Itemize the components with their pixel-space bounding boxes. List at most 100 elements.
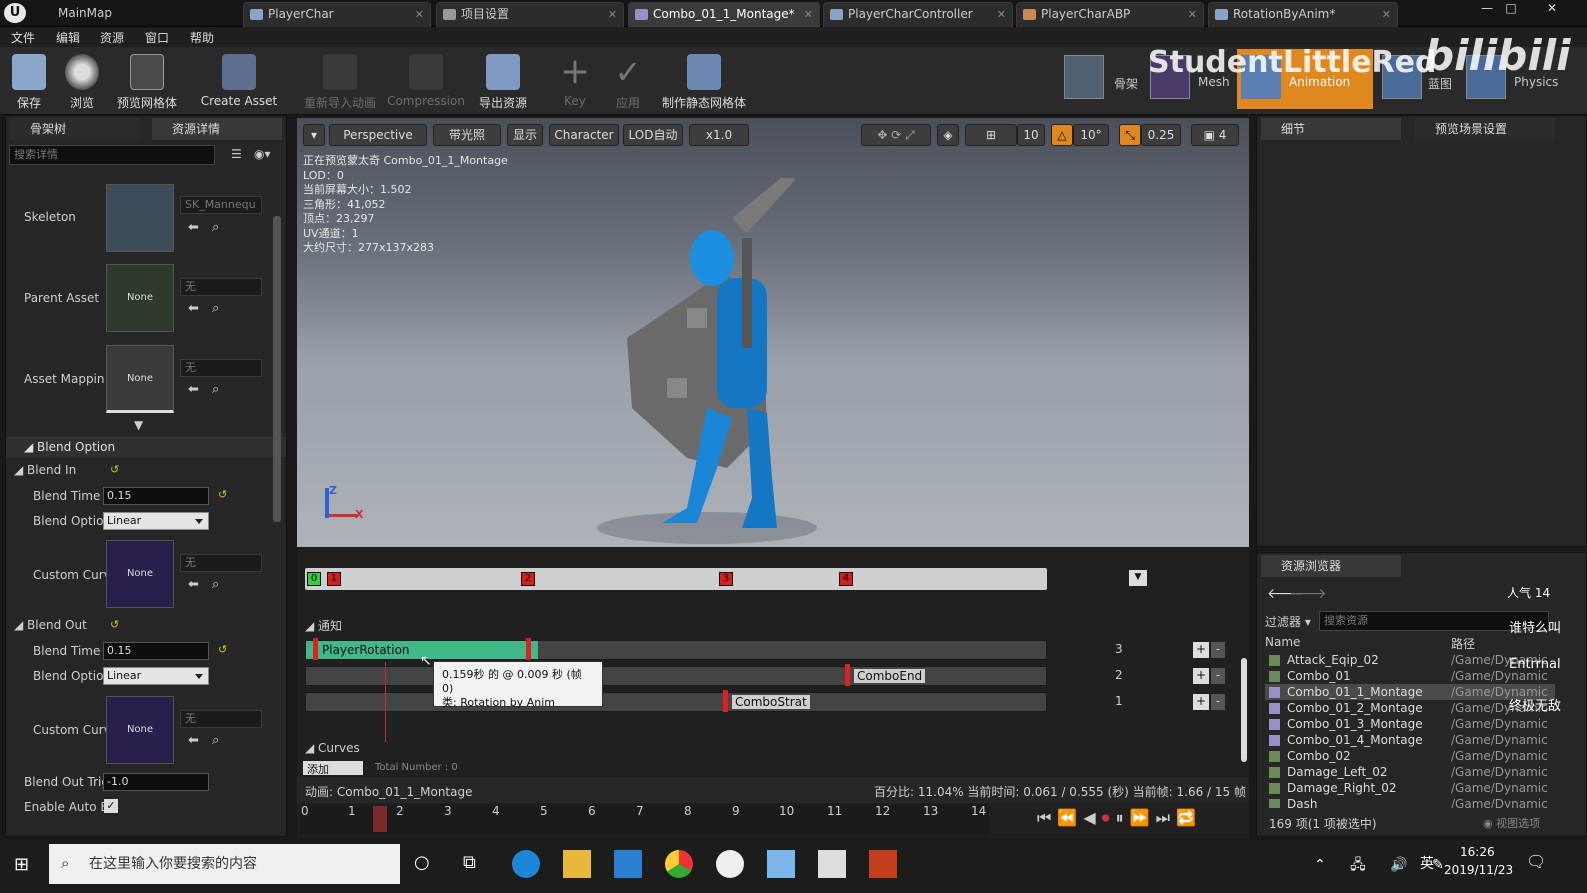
tab-rotationbyanim[interactable]: RotationByAnim* ✕ — [1208, 2, 1398, 27]
search-icon[interactable]: ⌕ — [212, 382, 219, 397]
chrome-icon[interactable] — [665, 850, 693, 878]
minimize-button[interactable]: — — [1476, 1, 1498, 17]
blend-out-curve-thumbnail[interactable]: None — [106, 696, 174, 764]
tab-combo-montage[interactable]: Combo_01_1_Montage* ✕ — [628, 2, 820, 27]
close-window-button[interactable]: ✕ — [1532, 1, 1572, 17]
list-item[interactable]: Damage_Right_02/Game/Dynamic — [1265, 780, 1555, 796]
blend-option-section[interactable]: ◢ Blend Option — [6, 437, 286, 457]
notify-track[interactable]: PlayerRotation — [305, 640, 1047, 660]
menu-window[interactable]: 窗口 — [145, 29, 169, 46]
remove-track-button[interactable]: - — [1211, 642, 1225, 658]
add-track-button[interactable]: + — [1193, 694, 1209, 710]
tab-preview-scene-settings[interactable]: 预览场景设置 — [1415, 118, 1555, 140]
asset-mapping-picker[interactable]: 无 — [180, 359, 262, 377]
arrow-left-icon[interactable]: ⬅ — [188, 733, 199, 748]
blend-in-header[interactable]: ◢ Blend In — [14, 463, 76, 477]
tab-playerchar[interactable]: PlayerChar ✕ — [243, 2, 431, 27]
ruler-playhead[interactable] — [373, 806, 387, 832]
remove-track-button[interactable]: - — [1211, 694, 1225, 710]
preview-viewport[interactable]: ▾ Perspective 带光照 显示 Character LOD自动 x1.… — [297, 118, 1249, 547]
store-icon[interactable] — [614, 850, 642, 878]
section-marker[interactable]: 1 — [327, 572, 341, 586]
reset-arrow-icon[interactable]: ↺ — [218, 488, 227, 501]
section-marker[interactable]: 4 — [839, 572, 853, 586]
rotation-snap-value[interactable]: 10° — [1073, 124, 1109, 146]
blend-out-time-input[interactable]: 0.15 — [103, 642, 209, 660]
browse-button[interactable]: 浏览 — [58, 50, 106, 112]
notify-track[interactable]: ComboStrat — [305, 692, 1047, 712]
create-asset-button[interactable]: Create Asset — [198, 50, 280, 112]
windows-start-icon[interactable]: ⊞ — [14, 854, 29, 875]
step-forward-icon[interactable]: ⏩ — [1130, 808, 1156, 827]
play-reverse-icon[interactable]: ◀ — [1083, 808, 1101, 827]
make-static-mesh-button[interactable]: 制作静态网格体 — [658, 50, 750, 112]
column-name-header[interactable]: Name — [1265, 635, 1300, 649]
clock-time[interactable]: 16:26 — [1460, 845, 1495, 859]
list-item[interactable]: Dash/Game/Dynamic — [1265, 796, 1555, 808]
view-options-button[interactable]: ◉ 视图选项 — [1483, 815, 1540, 831]
tab-playercharabp[interactable]: PlayerCharABP ✕ — [1016, 2, 1204, 27]
menu-edit[interactable]: 编辑 — [56, 29, 80, 46]
tab-project-settings[interactable]: 项目设置 ✕ — [436, 2, 624, 27]
blend-out-header[interactable]: ◢ Blend Out — [14, 618, 87, 632]
rotation-snap-icon[interactable]: △ — [1051, 124, 1073, 146]
lit-button[interactable]: 带光照 — [433, 124, 501, 146]
expand-arrow-icon[interactable]: ▼ — [134, 418, 143, 432]
notify-section-header[interactable]: ◢ 通知 — [305, 617, 342, 634]
scale-snap-icon[interactable]: ⤡ — [1119, 124, 1141, 146]
app-icon[interactable] — [818, 850, 846, 878]
camera-speed-button[interactable]: ▣ 4 — [1191, 124, 1239, 146]
forward-arrow-icon[interactable]: 🡒 — [1289, 585, 1327, 602]
notify-handle[interactable] — [723, 690, 728, 712]
playback-speed-button[interactable]: x1.0 — [689, 124, 749, 146]
world-local-icon[interactable]: ◈ — [937, 124, 959, 146]
search-icon[interactable]: ⌕ — [212, 220, 219, 235]
scrollbar[interactable] — [273, 216, 281, 522]
skeleton-picker[interactable]: SK_Mannequ — [180, 196, 262, 214]
save-button[interactable]: 保存 — [5, 50, 53, 112]
file-explorer-icon[interactable] — [563, 850, 591, 878]
parent-asset-picker[interactable]: 无 — [180, 278, 262, 296]
remove-track-button[interactable]: - — [1211, 668, 1225, 684]
tab-playercharcontroller[interactable]: PlayerCharController ✕ — [823, 2, 1013, 27]
timeline-ruler[interactable]: 0 1 2 3 4 5 6 7 8 9 10 11 12 13 14 — [301, 804, 989, 834]
pause-icon[interactable]: ⏸ — [1116, 808, 1130, 827]
menu-asset[interactable]: 资源 — [100, 29, 124, 46]
search-icon[interactable]: ⌕ — [212, 577, 219, 592]
section-marker[interactable]: 2 — [521, 572, 535, 586]
section-marker[interactable]: 0 — [307, 572, 321, 586]
notify-handle[interactable] — [526, 638, 531, 660]
taskbar-search-input[interactable]: 在这里输入你要搜索的内容 — [49, 844, 400, 884]
tab-skeleton-tree[interactable]: 骨架树 — [10, 118, 140, 140]
arrow-left-icon[interactable]: ⬅ — [188, 301, 199, 316]
arrow-left-icon[interactable]: ⬅ — [188, 220, 199, 235]
unreal-engine-icon[interactable] — [716, 850, 744, 878]
notification-icon[interactable]: 🗨 — [1526, 852, 1546, 871]
notify-handle[interactable] — [845, 664, 850, 686]
close-icon[interactable]: ✕ — [1382, 3, 1391, 26]
loop-icon[interactable]: 🔁 — [1176, 808, 1202, 827]
asset-mapping-thumbnail[interactable]: None — [106, 345, 174, 413]
show-button[interactable]: 显示 — [507, 124, 543, 146]
tab-details[interactable]: 细节 — [1261, 118, 1401, 140]
app-icon[interactable] — [767, 850, 795, 878]
reset-arrow-icon[interactable]: ↺ — [218, 643, 227, 656]
curves-section-header[interactable]: ◢ Curves — [305, 741, 360, 755]
close-icon[interactable]: ✕ — [1188, 3, 1197, 26]
close-icon[interactable]: ✕ — [997, 3, 1006, 26]
reset-arrow-icon[interactable]: ↺ — [110, 618, 119, 631]
close-icon[interactable]: ✕ — [804, 3, 813, 26]
notify-track[interactable]: ComboEnd — [305, 666, 1047, 686]
list-item[interactable]: Combo_02/Game/Dynamic — [1265, 748, 1555, 764]
ime-indicator[interactable]: 英 — [1420, 853, 1434, 873]
edge-icon[interactable] — [512, 850, 540, 878]
clock-date[interactable]: 2019/11/23 — [1444, 863, 1513, 877]
grid-snap-value[interactable]: 10 — [1017, 124, 1045, 146]
search-icon[interactable]: ⌕ — [212, 301, 219, 316]
section-marker[interactable]: 3 — [719, 572, 733, 586]
tab-asset-details[interactable]: 资源详情 — [152, 118, 282, 140]
unreal-logo-icon[interactable]: U — [4, 3, 26, 23]
perspective-button[interactable]: Perspective — [329, 124, 427, 146]
scrollbar[interactable] — [1241, 658, 1247, 762]
eye-icon[interactable]: ◉▾ — [254, 147, 271, 161]
